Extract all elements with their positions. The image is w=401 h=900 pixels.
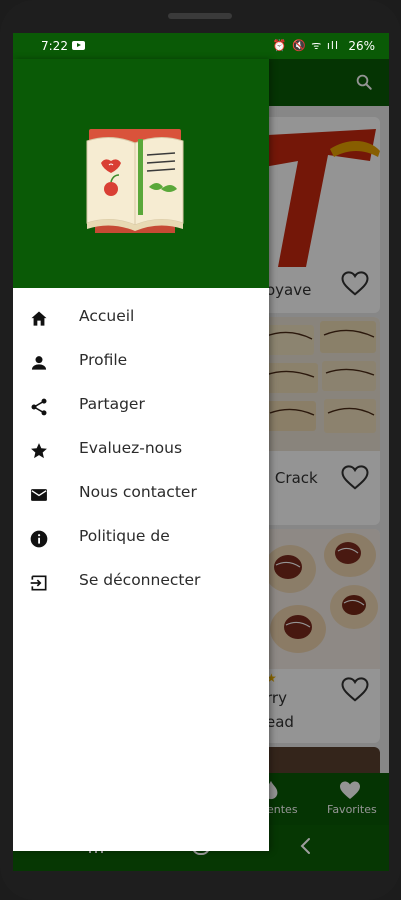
phone-speaker: [168, 13, 232, 19]
menu-item-label: Profile: [79, 351, 128, 369]
status-icons: ⏰ 🔇 ᯤ ıll: [272, 39, 339, 52]
menu-item-label: Accueil: [79, 307, 135, 325]
menu-item-label: Partager: [79, 395, 145, 413]
home-icon: [31, 311, 47, 326]
menu-item-profile[interactable]: Profile: [13, 341, 269, 385]
screen: oyave l Crack ★ rry ead entes Favorites …: [13, 33, 389, 871]
menu-item-label: Se déconnecter: [79, 571, 201, 589]
share-icon: [31, 398, 47, 416]
star-icon: [31, 443, 47, 459]
menu-item-politique[interactable]: Politique de: [13, 517, 269, 561]
phone-frame: oyave l Crack ★ rry ead entes Favorites …: [0, 0, 401, 900]
menu-item-partager[interactable]: Partager: [13, 385, 269, 429]
logout-icon: [30, 575, 47, 591]
navigation-drawer: Accueil Profile Partager Evaluez-nous No…: [13, 59, 269, 851]
menu-item-accueil[interactable]: Accueil: [13, 297, 269, 341]
youtube-notification-icon: [72, 41, 85, 50]
recipe-book-logo-icon: [86, 129, 184, 233]
menu-item-evaluez-nous[interactable]: Evaluez-nous: [13, 429, 269, 473]
drawer-header: [13, 59, 269, 288]
mail-icon: [31, 489, 47, 501]
person-icon: [31, 356, 47, 370]
menu-item-label: Politique de: [79, 527, 170, 545]
status-bar: 7:22 ⏰ 🔇 ᯤ ıll 26%: [13, 33, 389, 59]
battery-level: 26%: [348, 39, 375, 53]
menu-item-nous-contacter[interactable]: Nous contacter: [13, 473, 269, 517]
menu-item-label: Nous contacter: [79, 483, 197, 501]
menu-item-se-deconnecter[interactable]: Se déconnecter: [13, 561, 269, 605]
status-time: 7:22: [41, 39, 68, 53]
info-icon: [30, 530, 48, 548]
menu-item-label: Evaluez-nous: [79, 439, 183, 457]
